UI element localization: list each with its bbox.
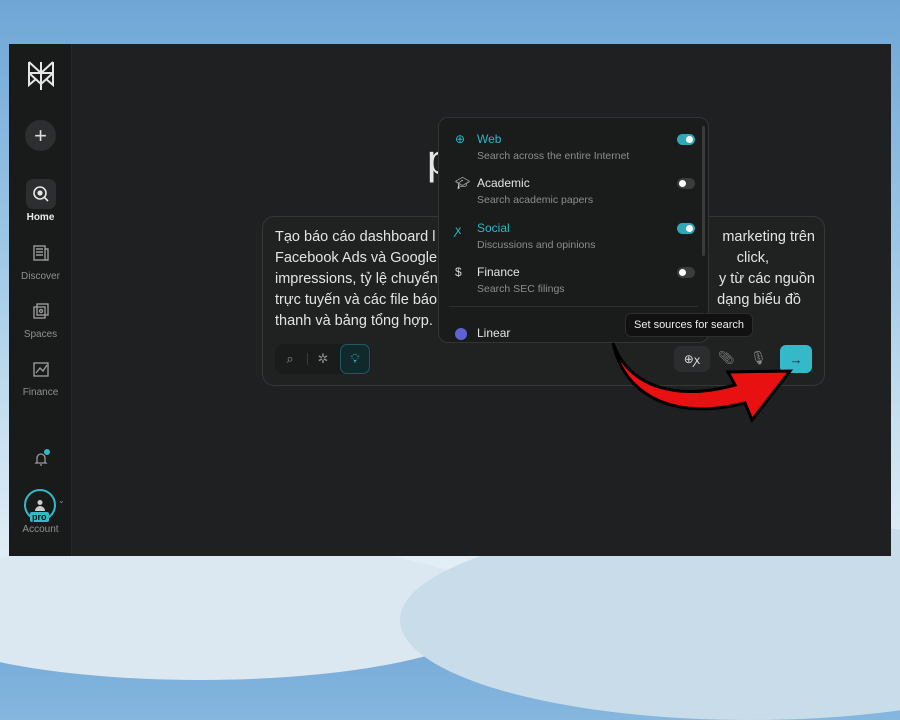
annotation-arrow — [611, 342, 794, 423]
